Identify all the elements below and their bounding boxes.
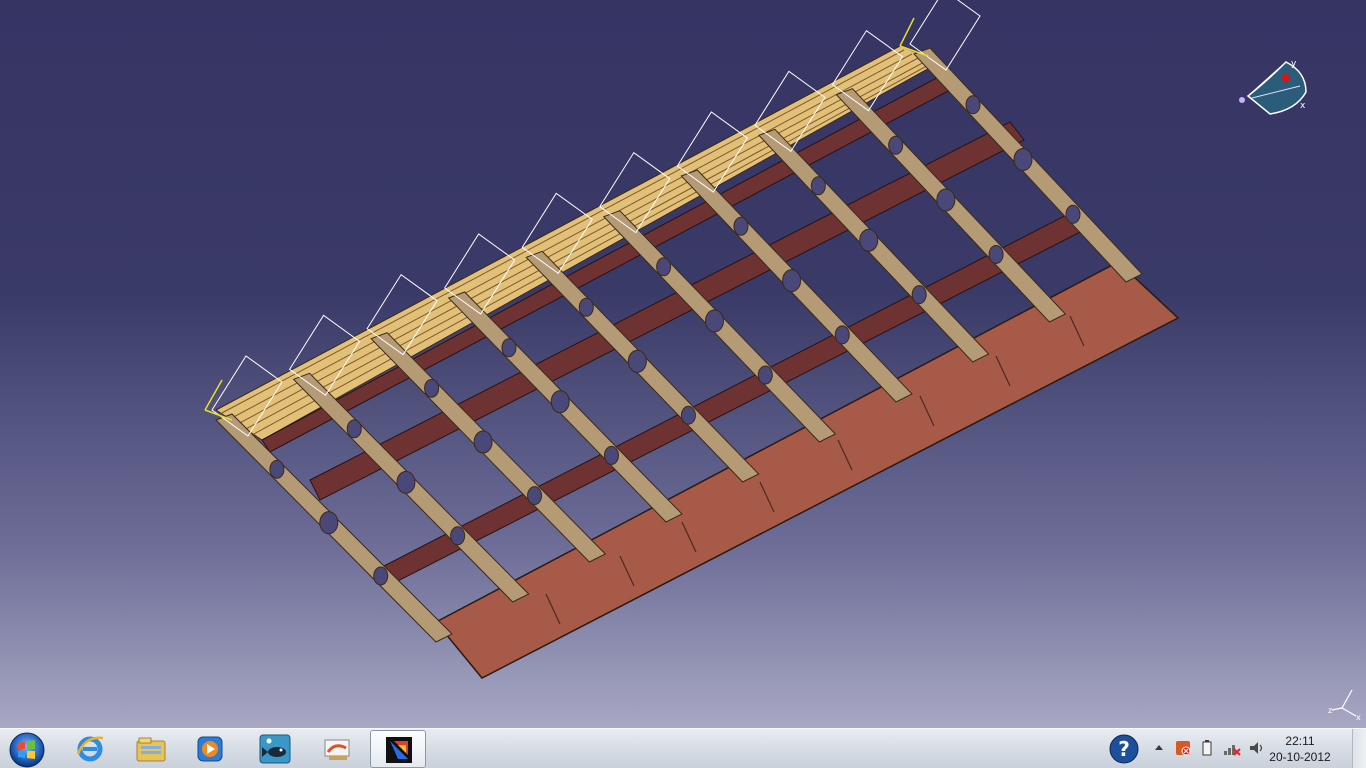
fish-icon xyxy=(259,734,291,764)
lightening-hole xyxy=(627,349,647,373)
triad-x-label: x xyxy=(1356,713,1361,722)
paint-icon xyxy=(324,739,350,760)
catia-3d-viewport[interactable]: y x x z xyxy=(0,0,1366,728)
trailing-flap[interactable] xyxy=(434,261,1180,679)
lightening-hole xyxy=(450,526,466,546)
lightening-hole xyxy=(810,176,826,196)
security-icon[interactable] xyxy=(1174,739,1192,757)
volume-icon[interactable] xyxy=(1248,739,1266,757)
taskbar-ie-button[interactable] xyxy=(62,730,118,768)
lightening-hole xyxy=(704,309,724,333)
lightening-hole xyxy=(473,430,493,454)
lightening-hole xyxy=(1065,204,1081,224)
tray-expand-icon[interactable] xyxy=(1154,743,1164,753)
lightening-hole xyxy=(936,188,956,212)
lightening-hole xyxy=(424,378,440,398)
taskbar-explorer-button[interactable] xyxy=(122,730,178,768)
lightening-hole xyxy=(988,244,1004,264)
start-button[interactable] xyxy=(4,730,50,768)
taskbar-media-player-button[interactable] xyxy=(182,730,238,768)
media-player-icon xyxy=(197,736,223,762)
lightening-hole xyxy=(911,285,927,305)
lightening-hole xyxy=(834,325,850,345)
lightening-hole xyxy=(965,95,981,115)
svg-text:?: ? xyxy=(1118,737,1130,761)
lightening-hole xyxy=(656,257,672,277)
lightening-hole xyxy=(1013,148,1033,172)
taskbar-catia-button[interactable] xyxy=(370,730,426,768)
taskbar-paint-button[interactable] xyxy=(308,730,364,768)
taskbar-fish-app-button[interactable] xyxy=(246,730,302,768)
lightening-hole xyxy=(346,419,362,439)
folder-icon xyxy=(136,737,166,762)
compass-x-label: x xyxy=(1300,101,1306,111)
lightening-hole xyxy=(578,297,594,317)
compass-icon[interactable]: y x xyxy=(1236,52,1312,118)
lightening-hole xyxy=(319,511,339,535)
lightening-hole xyxy=(396,470,416,494)
lightening-hole xyxy=(680,405,696,425)
clock-time: 22:11 xyxy=(1285,734,1315,748)
windows-taskbar: ? 22:11 20-10-2012 xyxy=(0,728,1366,768)
battery-icon[interactable] xyxy=(1200,739,1214,757)
show-desktop-button[interactable] xyxy=(1352,729,1366,768)
front-spar xyxy=(261,73,951,453)
help-icon[interactable]: ? xyxy=(1108,733,1140,765)
ie-icon xyxy=(76,736,104,762)
lightening-hole xyxy=(550,390,570,414)
triad-z-label: z xyxy=(1328,706,1332,715)
system-clock[interactable]: 22:11 20-10-2012 xyxy=(1268,733,1332,765)
compass-y-label: y xyxy=(1291,59,1297,69)
wing-model[interactable] xyxy=(0,0,1366,728)
lightening-hole xyxy=(269,459,285,479)
catia-icon xyxy=(386,737,412,763)
windows-start-icon xyxy=(9,732,45,768)
axis-triad-icon: x z xyxy=(1328,689,1361,722)
lightening-hole xyxy=(782,269,802,293)
lightening-hole xyxy=(527,486,543,506)
lightening-hole xyxy=(733,216,749,236)
lightening-hole xyxy=(757,365,773,385)
lightening-hole xyxy=(603,445,619,465)
lightening-hole xyxy=(373,566,389,586)
network-icon[interactable] xyxy=(1222,739,1242,757)
clock-date: 20-10-2012 xyxy=(1269,750,1331,764)
lightening-hole xyxy=(859,228,879,252)
lightening-hole xyxy=(501,338,517,358)
lightening-hole xyxy=(888,135,904,155)
